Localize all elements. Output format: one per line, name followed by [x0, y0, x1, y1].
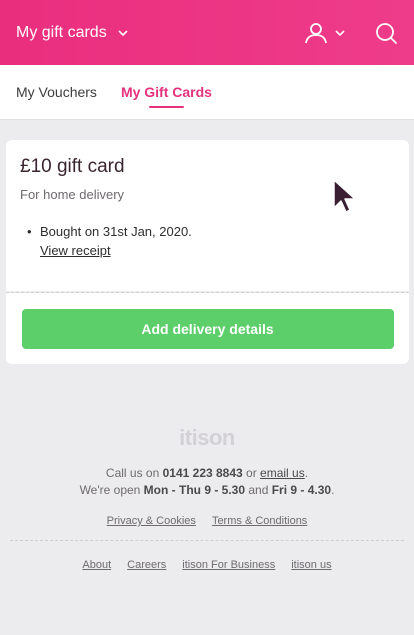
footer-divider	[10, 540, 404, 541]
page-switcher[interactable]: My gift cards	[16, 24, 129, 42]
tab-my-gift-cards[interactable]: My Gift Cards	[121, 65, 212, 120]
itison-for-business-link[interactable]: itison For Business	[182, 559, 275, 571]
itison-us-link[interactable]: itison us	[291, 559, 331, 571]
mouse-pointer-icon	[333, 179, 356, 213]
call-prefix: Call us on	[105, 466, 163, 480]
search-icon[interactable]	[374, 21, 398, 45]
legal-links: Privacy & Cookies Terms & Conditions	[0, 515, 414, 527]
account-menu-button[interactable]	[304, 21, 346, 45]
gift-card-title: £10 gift card	[20, 156, 125, 177]
purchase-info: • Bought on 31st Jan, 2020.	[20, 224, 395, 239]
app-header: My gift cards	[0, 0, 414, 65]
tab-bar: My Vouchers My Gift Cards	[0, 65, 414, 120]
page-title: My gift cards	[16, 23, 107, 41]
footer-nav: About Careers itison For Business itison…	[0, 559, 414, 571]
chevron-down-icon	[118, 29, 128, 36]
about-link[interactable]: About	[82, 559, 111, 571]
tab-my-vouchers[interactable]: My Vouchers	[16, 65, 97, 120]
or-text: or	[242, 466, 261, 480]
open-prefix: We're open	[79, 483, 144, 497]
phone-number: 0141 223 8843	[162, 466, 243, 480]
bullet-icon: •	[27, 224, 32, 239]
add-delivery-details-button[interactable]: Add delivery details	[21, 308, 394, 349]
and-text: and	[245, 483, 272, 497]
user-icon	[305, 22, 327, 43]
careers-link[interactable]: Careers	[127, 559, 166, 571]
purchase-date: Bought on 31st Jan, 2020.	[40, 224, 192, 239]
privacy-cookies-link[interactable]: Privacy & Cookies	[107, 515, 196, 527]
gift-card-panel: £10 gift card For home delivery • Bought…	[6, 140, 409, 291]
weekday-hours: Mon - Thu 9 - 5.30	[143, 483, 246, 497]
footer: itison Call us on 0141 223 8843 or email…	[0, 425, 414, 527]
itison-logo: itison	[179, 425, 235, 450]
contact-info: Call us on 0141 223 8843 or email us. We…	[0, 465, 414, 499]
email-us-link[interactable]: email us	[260, 466, 305, 480]
terms-conditions-link[interactable]: Terms & Conditions	[212, 515, 307, 527]
period: .	[304, 466, 309, 480]
period: .	[331, 483, 335, 497]
gift-card-actions: Add delivery details	[6, 293, 409, 364]
view-receipt-link[interactable]: View receipt	[40, 243, 395, 258]
chevron-down-icon	[335, 29, 345, 36]
friday-hours: Fri 9 - 4.30	[271, 483, 332, 497]
